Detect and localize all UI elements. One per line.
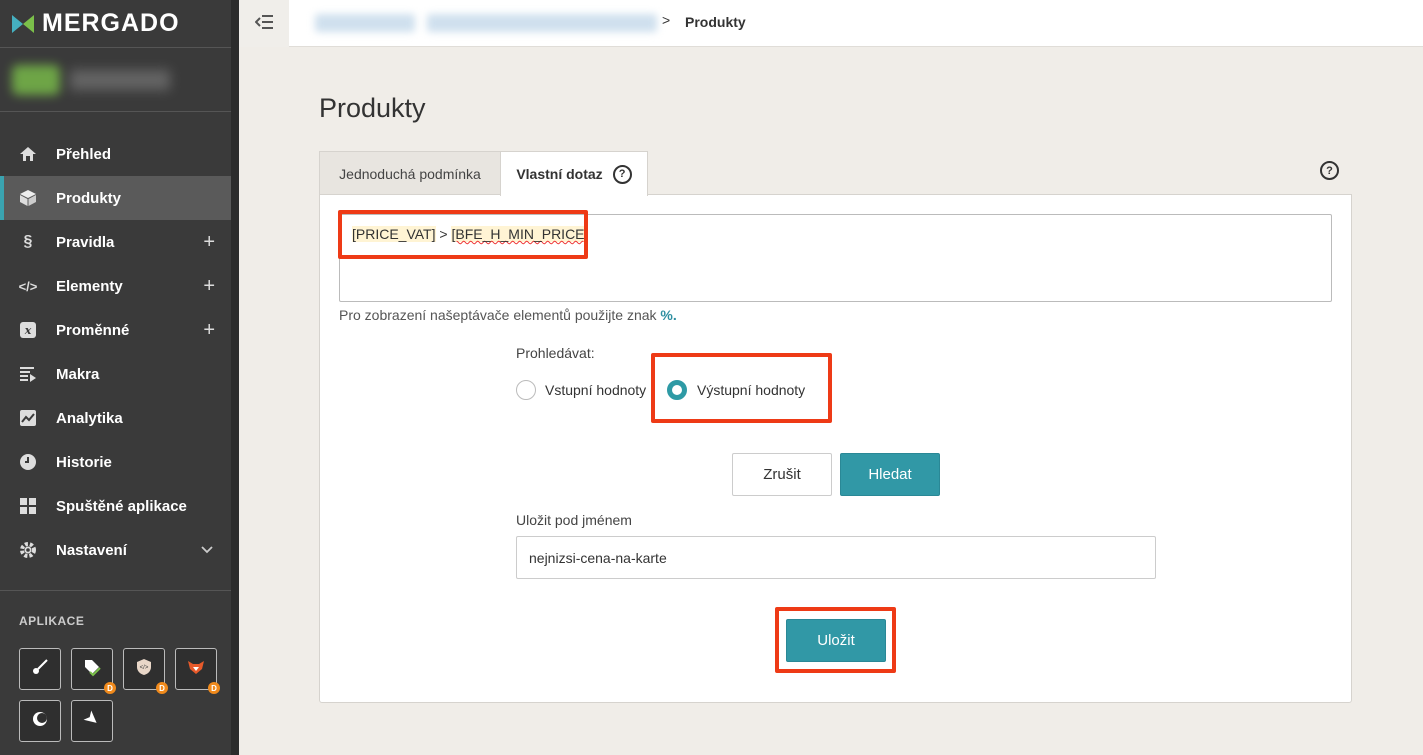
- logo[interactable]: MERGADO: [0, 0, 231, 47]
- sidebar-item-label: Produkty: [56, 189, 122, 207]
- tab-simple-condition[interactable]: Jednoduchá podmínka: [319, 151, 501, 195]
- sidebar-item-label: Analytika: [56, 409, 123, 427]
- sidebar-item-label: Spuštěné aplikace: [56, 497, 187, 515]
- hint-text: Pro zobrazení našeptávače elementů použi…: [339, 307, 677, 323]
- account-name: [70, 69, 170, 90]
- hint-char: %.: [660, 307, 677, 323]
- fox-icon: [186, 657, 206, 682]
- moon-icon: [31, 710, 49, 733]
- sidebar-edge: [231, 0, 239, 755]
- expand-plus-icon[interactable]: +: [203, 231, 215, 254]
- sidebar-item-label: Historie: [56, 453, 112, 471]
- sidebar-item-elementy[interactable]: </> Elementy +: [0, 264, 231, 308]
- sidebar-item-prehled[interactable]: Přehled: [0, 132, 231, 176]
- macro-icon: [18, 364, 38, 384]
- dev-badge: D: [156, 682, 168, 694]
- page-title: Produkty: [319, 93, 426, 123]
- expand-plus-icon[interactable]: +: [203, 275, 215, 298]
- apps-heading: APLIKACE: [19, 614, 85, 628]
- brush-icon: [31, 658, 49, 681]
- plane-icon: [83, 710, 101, 733]
- tab-label: Vlastní dotaz: [516, 166, 603, 182]
- radio-input-values[interactable]: [516, 380, 536, 400]
- divider: [0, 590, 231, 591]
- sidebar-item-analytika[interactable]: Analytika: [0, 396, 231, 440]
- box-icon: [18, 188, 38, 208]
- account-switcher[interactable]: [0, 47, 231, 112]
- sidebar-item-label: Proměnné: [56, 321, 130, 339]
- sidebar-item-label: Nastavení: [56, 541, 127, 559]
- app-tile-plane[interactable]: [71, 700, 113, 742]
- app-tile-shield[interactable]: </> D: [123, 648, 168, 694]
- dev-badge: D: [208, 682, 220, 694]
- sidebar-item-label: Pravidla: [56, 233, 115, 251]
- sidebar-item-historie[interactable]: Historie: [0, 440, 231, 484]
- gear-icon: [18, 540, 38, 560]
- sidebar-item-spustene-aplikace[interactable]: Spuštěné aplikace: [0, 484, 231, 528]
- collapse-menu-icon: [254, 13, 273, 34]
- save-name-label: Uložit pod jménem: [516, 512, 632, 528]
- clock-icon: [18, 452, 38, 472]
- sidebar-item-label: Přehled: [56, 145, 112, 163]
- code-icon: </>: [18, 278, 38, 294]
- brand-name: MERGADO: [42, 9, 180, 37]
- svg-text:</>: </>: [140, 665, 149, 671]
- app-tile-brush[interactable]: [19, 648, 61, 690]
- top-bar: > Produkty: [239, 0, 1423, 47]
- radio-input-values-label[interactable]: Vstupní hodnoty: [545, 382, 646, 398]
- sidebar-item-makra[interactable]: Makra: [0, 352, 231, 396]
- help-icon[interactable]: ?: [1320, 161, 1339, 180]
- sidebar: MERGADO Přehled Produkty § Pravidla + </…: [0, 0, 231, 755]
- variable-icon: x: [18, 320, 38, 340]
- highlight-box-save: [775, 607, 896, 673]
- sidebar-item-pravidla[interactable]: § Pravidla +: [0, 220, 231, 264]
- section-icon: §: [23, 233, 33, 250]
- highlight-box-query: [338, 210, 588, 259]
- breadcrumb-item-blurred[interactable]: [315, 14, 415, 32]
- account-avatar: [12, 64, 60, 95]
- mergado-logo-icon: [12, 14, 34, 33]
- search-button[interactable]: Hledat: [840, 453, 940, 496]
- search-in-label: Prohledávat:: [516, 345, 595, 361]
- sidebar-item-promenne[interactable]: x Proměnné +: [0, 308, 231, 352]
- cancel-button[interactable]: Zrušit: [732, 453, 832, 496]
- help-icon[interactable]: ?: [612, 164, 632, 184]
- expand-plus-icon[interactable]: +: [203, 319, 215, 342]
- tab-label: Jednoduchá podmínka: [339, 165, 481, 182]
- sidebar-item-produkty[interactable]: Produkty: [0, 176, 231, 220]
- chevron-down-icon[interactable]: [201, 543, 213, 557]
- price-tag-icon: [82, 657, 102, 682]
- shield-icon: </>: [134, 657, 154, 682]
- breadcrumb-item-blurred[interactable]: [427, 14, 657, 32]
- dev-badge: D: [104, 682, 116, 694]
- sidebar-item-label: Elementy: [56, 277, 123, 295]
- hint-message: Pro zobrazení našeptávače elementů použi…: [339, 307, 661, 323]
- app-tile-fox[interactable]: D: [175, 648, 220, 694]
- sidebar-nav: Přehled Produkty § Pravidla + </> Elemen…: [0, 132, 231, 572]
- apps-grid-icon: [18, 496, 38, 516]
- breadcrumb-current: Produkty: [685, 14, 746, 30]
- tab-custom-query[interactable]: Vlastní dotaz ?: [500, 151, 648, 196]
- svg-text:x: x: [24, 324, 32, 337]
- app-tile-moon[interactable]: [19, 700, 61, 742]
- app-tile-price[interactable]: D: [71, 648, 116, 694]
- home-icon: [18, 144, 38, 164]
- collapse-sidebar-button[interactable]: [239, 0, 289, 47]
- highlight-box-output: [651, 353, 832, 423]
- breadcrumb-separator: >: [662, 12, 671, 28]
- save-name-input[interactable]: [516, 536, 1156, 579]
- sidebar-item-label: Makra: [56, 365, 100, 383]
- sidebar-item-nastaveni[interactable]: Nastavení: [0, 528, 231, 572]
- chart-icon: [18, 408, 38, 428]
